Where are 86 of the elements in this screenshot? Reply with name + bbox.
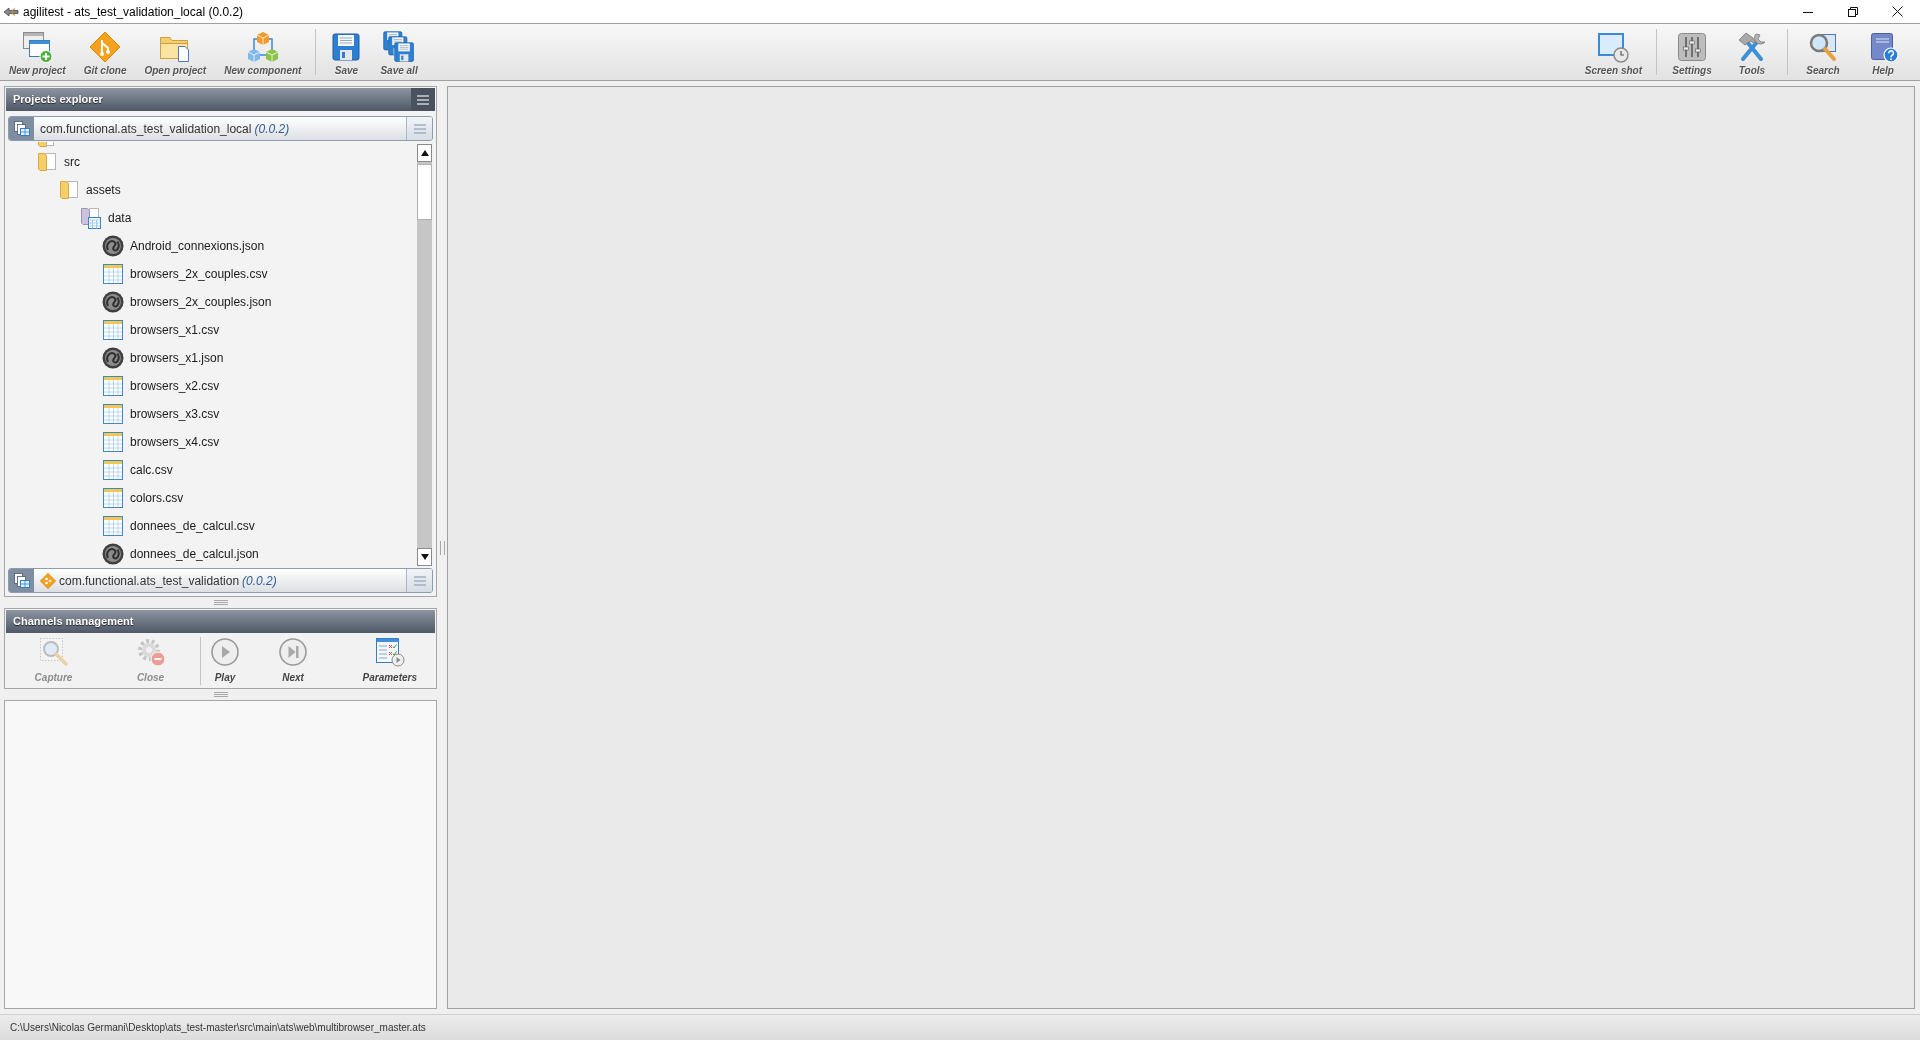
skip-next-icon bbox=[278, 637, 308, 667]
swirl-icon bbox=[102, 347, 124, 369]
toolbar-button[interactable]: Screen shot bbox=[1575, 24, 1651, 77]
project-row[interactable]: com.functional.ats_test_validation (0.0.2) bbox=[8, 568, 433, 593]
project-version: (0.0.2) bbox=[254, 120, 290, 138]
project-name: com.functional.ats_test_validation bbox=[59, 572, 240, 590]
toolbar-button[interactable]: Settings bbox=[1662, 24, 1722, 77]
window-plus-icon bbox=[21, 31, 54, 63]
toolbar-button[interactable]: Save bbox=[321, 24, 372, 77]
app-logo-icon bbox=[3, 6, 19, 17]
channel-button[interactable]: Play bbox=[202, 633, 248, 684]
spreadsheet-icon bbox=[102, 403, 124, 425]
tree-item[interactable]: donnees_de_calcul.json bbox=[130, 545, 259, 563]
toolbar-button[interactable]: Tools bbox=[1722, 24, 1782, 77]
hammer-wrench-icon bbox=[1736, 31, 1768, 63]
gear-minus-icon bbox=[135, 637, 166, 667]
play-icon bbox=[210, 637, 240, 667]
spreadsheet-icon bbox=[102, 263, 124, 285]
spreadsheet-icon bbox=[102, 487, 124, 509]
magnifier-icon bbox=[38, 637, 69, 667]
tree-item[interactable]: browsers_x2.csv bbox=[130, 377, 220, 395]
menu-icon bbox=[417, 94, 429, 105]
splitter-handle[interactable] bbox=[439, 540, 445, 555]
tree-item[interactable]: browsers_2x_couples.csv bbox=[130, 265, 268, 283]
swirl-icon bbox=[102, 543, 124, 565]
tree-item[interactable]: calc.csv bbox=[130, 461, 173, 479]
list-play-icon bbox=[374, 637, 405, 667]
documents-icon bbox=[9, 117, 34, 140]
floppy-disks-icon bbox=[383, 31, 416, 63]
panel-title: Projects explorer bbox=[12, 92, 103, 108]
spreadsheet-icon bbox=[102, 515, 124, 537]
triangle-down-icon bbox=[420, 554, 429, 560]
toolbar-button[interactable]: Help bbox=[1853, 24, 1913, 77]
channel-button[interactable]: Next bbox=[270, 633, 316, 684]
tree-item[interactable]: colors.csv bbox=[130, 489, 184, 507]
scroll-down-button[interactable] bbox=[417, 548, 432, 566]
toolbar-button[interactable]: Save all bbox=[371, 24, 427, 77]
tree-item[interactable]: browsers_x1.csv bbox=[130, 321, 220, 339]
spreadsheet-icon bbox=[102, 431, 124, 453]
project-row[interactable]: com.functional.ats_test_validation_local (0.0.2) bbox=[8, 116, 433, 141]
close-icon bbox=[1892, 6, 1903, 17]
toolbar-button[interactable]: Open project bbox=[135, 24, 216, 77]
status-path: C:\Users\Nicolas Germani\Desktop\ats_test-master\src\main\ats\web\multibrowser_master.ats bbox=[10, 1021, 426, 1035]
screen-clock-icon bbox=[1597, 31, 1630, 63]
cubes-icon bbox=[246, 31, 279, 63]
project-version: (0.0.2) bbox=[242, 572, 277, 590]
documents-icon bbox=[9, 569, 34, 592]
spreadsheet-icon bbox=[102, 459, 124, 481]
tree-item[interactable]: browsers_x3.csv bbox=[130, 405, 220, 423]
channel-button[interactable]: Parameters bbox=[354, 633, 425, 684]
scrollbar[interactable] bbox=[417, 144, 432, 566]
tree-item[interactable]: donnees_de_calcul.csv bbox=[130, 517, 255, 535]
scrollbar-thumb[interactable] bbox=[417, 164, 432, 220]
restore-icon bbox=[1847, 6, 1858, 17]
folder-icon bbox=[58, 179, 80, 201]
splitter-handle[interactable] bbox=[213, 600, 228, 605]
tree-item[interactable]: assets bbox=[86, 181, 121, 199]
spreadsheet-icon bbox=[102, 319, 124, 341]
toolbar-button[interactable]: Search bbox=[1793, 24, 1853, 77]
menu-icon bbox=[413, 575, 426, 586]
toolbar-button[interactable]: New project bbox=[0, 24, 75, 77]
tree-item[interactable]: browsers_2x_couples.json bbox=[130, 293, 272, 311]
tree-item[interactable]: data bbox=[108, 209, 132, 227]
menu-icon bbox=[413, 123, 426, 134]
folder-icon bbox=[38, 142, 54, 147]
search-icon bbox=[1807, 31, 1839, 63]
toolbar-button[interactable]: Git clone bbox=[74, 24, 136, 77]
tree-item[interactable]: browsers_x1.json bbox=[130, 349, 224, 367]
triangle-up-icon bbox=[420, 150, 429, 156]
sliders-icon bbox=[1676, 31, 1708, 63]
swirl-icon bbox=[102, 235, 124, 257]
spreadsheet-icon bbox=[102, 375, 124, 397]
diamond-branch-icon bbox=[89, 31, 122, 63]
swirl-icon bbox=[102, 291, 124, 313]
menu-button[interactable] bbox=[411, 88, 435, 111]
window-title: agilitest - ats_test_validation_local (0.0.2) bbox=[23, 3, 244, 21]
project-name: com.functional.ats_test_validation_local bbox=[40, 120, 252, 138]
toolbar-button[interactable]: New component bbox=[215, 24, 311, 77]
panel-title: Channels management bbox=[12, 614, 134, 630]
tree-item[interactable]: browsers_x4.csv bbox=[130, 433, 220, 451]
scroll-up-button[interactable] bbox=[417, 144, 432, 162]
tree-item[interactable]: Android_connexions.json bbox=[130, 237, 265, 255]
tree-item[interactable]: src bbox=[64, 153, 80, 171]
folder-grid-icon bbox=[80, 207, 102, 229]
splitter-handle[interactable] bbox=[213, 692, 228, 697]
folder-icon bbox=[36, 151, 58, 173]
